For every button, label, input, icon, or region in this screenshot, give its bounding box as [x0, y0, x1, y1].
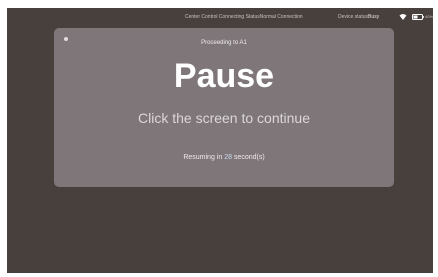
connection-status-label: Center Control Connecting Status — [185, 14, 260, 20]
battery-level-text: 40% — [425, 14, 433, 19]
app-screen[interactable]: Center Control Connecting StatusNormal C… — [7, 8, 433, 273]
wifi-icon — [399, 14, 407, 20]
pause-title: Pause — [173, 57, 275, 95]
resume-countdown-seconds: 28 — [224, 154, 232, 161]
status-bar: Center Control Connecting StatusNormal C… — [7, 8, 433, 26]
connection-status-value: Normal Connection — [259, 14, 303, 20]
resume-countdown-suffix: second(s) — [231, 154, 265, 161]
device-status-label: Device status — [338, 14, 369, 20]
proceeding-destination: Proceeding to A1 — [201, 40, 247, 46]
device-status: Device statusBusy — [338, 8, 379, 26]
resume-countdown: Resuming in 28 second(s) — [54, 153, 394, 163]
device-status-value: Busy — [368, 14, 380, 20]
resume-countdown-prefix: Resuming in — [183, 154, 225, 161]
battery-icon — [412, 14, 424, 20]
continue-instruction: Click the screen to continue — [138, 110, 310, 126]
pause-overlay-card[interactable]: Proceeding to A1 Pause Click the screen … — [54, 28, 394, 187]
connection-status: Center Control Connecting StatusNormal C… — [185, 8, 303, 26]
